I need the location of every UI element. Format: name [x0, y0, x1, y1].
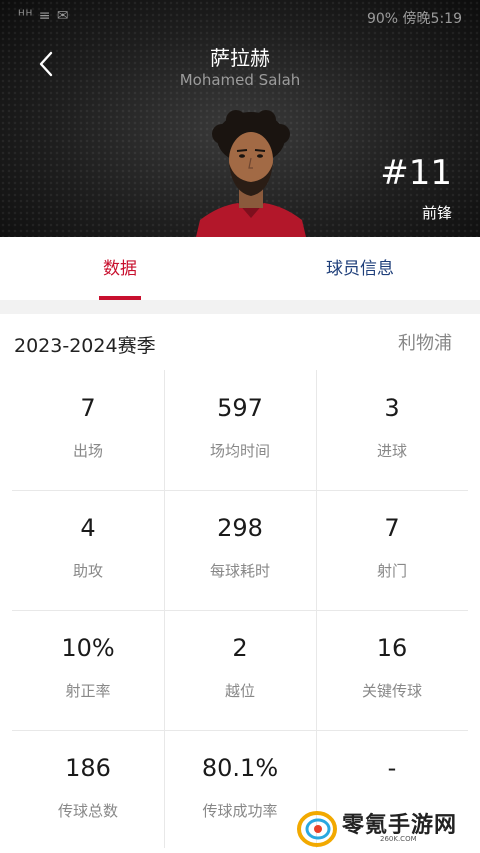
player-header: ᴴᴴ ≡ ✉ 90% 傍晚5:19 萨拉赫 Mohamed Salah #11 … — [0, 0, 480, 237]
stat-pass-accuracy: 80.1% 传球成功率 — [164, 730, 316, 850]
stat-value: 186 — [65, 754, 111, 782]
stat-label: 出场 — [72, 442, 103, 460]
status-left-icons: ᴴᴴ ≡ ✉ — [18, 8, 70, 24]
stat-label: 进球 — [376, 442, 407, 460]
grid-divider — [12, 610, 468, 611]
tab-stats[interactable]: 数据 — [0, 237, 240, 301]
stat-value: 3 — [384, 394, 400, 422]
player-position: 前锋 — [421, 204, 452, 222]
status-right-info: 90% 傍晚5:19 — [366, 11, 462, 27]
stat-label: 场均时间 — [209, 442, 270, 460]
grid-divider — [164, 370, 165, 848]
status-bar: ᴴᴴ ≡ ✉ 90% 傍晚5:19 — [0, 0, 480, 32]
site-watermark: 零氪手游网 260K.COM — [296, 805, 480, 853]
stat-appearances: 7 出场 — [12, 370, 164, 490]
stat-total-passes: 186 传球总数 — [12, 730, 164, 850]
stat-value: 4 — [80, 514, 96, 542]
stat-label: 助攻 — [72, 562, 103, 580]
team-name: 利物浦 — [398, 333, 452, 354]
stat-label: 每球耗时 — [209, 562, 270, 580]
stat-goals: 3 进球 — [316, 370, 468, 490]
stat-label: 射正率 — [65, 682, 111, 700]
player-name-cn: 萨拉赫 — [210, 46, 270, 70]
grid-divider — [12, 490, 468, 491]
stat-value: 16 — [376, 634, 408, 662]
player-name-en: Mohamed Salah — [179, 71, 301, 89]
stat-minutes-per-goal: 298 每球耗时 — [164, 490, 316, 610]
stat-offsides: 2 越位 — [164, 610, 316, 730]
player-portrait — [196, 110, 306, 237]
stat-label: 关键传球 — [361, 682, 422, 700]
stat-label: 射门 — [376, 562, 407, 580]
stat-value: 2 — [232, 634, 248, 662]
stat-key-passes: 16 关键传球 — [316, 610, 468, 730]
section-divider — [0, 300, 480, 314]
stat-value: 7 — [384, 514, 400, 542]
tab-bar: 数据 球员信息 — [0, 237, 480, 301]
stat-shots: 7 射门 — [316, 490, 468, 610]
stat-value: 597 — [217, 394, 263, 422]
tab-player-info[interactable]: 球员信息 — [240, 237, 480, 301]
watermark-logo-icon — [297, 811, 337, 847]
stat-value: - — [387, 754, 397, 782]
grid-divider — [316, 370, 317, 848]
stat-avg-minutes: 597 场均时间 — [164, 370, 316, 490]
stat-shot-accuracy: 10% 射正率 — [12, 610, 164, 730]
stat-value: 80.1% — [201, 754, 279, 782]
watermark-url: 260K.COM — [380, 835, 417, 843]
stat-value: 298 — [217, 514, 263, 542]
stat-label: 传球成功率 — [202, 802, 278, 820]
grid-divider — [12, 730, 468, 731]
stat-label: 越位 — [224, 682, 255, 700]
stat-value: 10% — [61, 634, 115, 662]
jersey-number: #11 — [380, 153, 452, 193]
stat-label: 传球总数 — [57, 802, 118, 820]
stat-value: 7 — [80, 394, 96, 422]
stats-grid: 7 出场 597 场均时间 3 进球 4 助攻 298 每球耗时 7 射门 10… — [12, 370, 468, 853]
stat-assists: 4 助攻 — [12, 490, 164, 610]
season-label: 2023-2024赛季 — [14, 335, 156, 357]
